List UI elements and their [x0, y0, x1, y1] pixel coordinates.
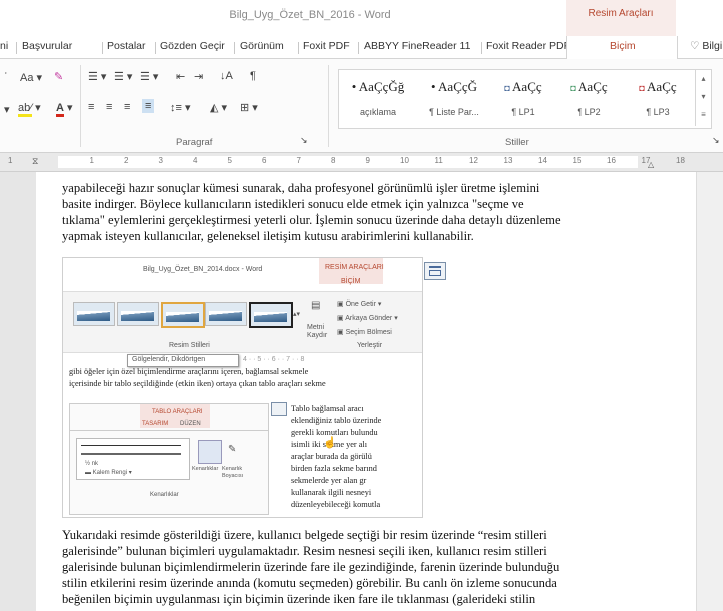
clear-format-icon[interactable]: ✎ — [54, 70, 63, 83]
embedded-tab: BİÇİM — [341, 278, 361, 285]
layout-options-icon — [271, 402, 287, 416]
ruler-number: 1 — [8, 156, 13, 165]
picture-style-1 — [73, 302, 115, 326]
picture-style-2 — [117, 302, 159, 326]
picture-style-4 — [205, 302, 247, 326]
embedded-selection-pane: ▣ Seçim Bölmesi — [337, 329, 392, 336]
tab-review[interactable]: Gözden Geçir — [160, 40, 225, 52]
styles-scroll[interactable]: ▴ ▾ ≡ — [695, 70, 711, 126]
change-case-button[interactable]: Aa ▾ — [20, 71, 42, 84]
font-color-icon[interactable]: A ▾ — [56, 101, 73, 117]
highlight-icon[interactable]: ab⁄ ▾ — [18, 101, 41, 117]
ruler-number: 12 — [469, 156, 478, 165]
increase-indent-icon[interactable]: ⇥ — [194, 70, 203, 83]
embedded-send-backward: ▣ Arkaya Gönder ▾ — [337, 315, 398, 322]
tab-format[interactable]: Biçim — [566, 36, 678, 59]
paragraph-group-label: Paragraf — [176, 137, 213, 148]
lightbulb-icon: ♡ — [690, 40, 700, 52]
tab-foxit-pdf[interactable]: Foxit PDF — [303, 40, 350, 52]
embedded-table-tools-shot: TABLO ARAÇLARI TASARIM DÜZEN ½ nk ▬ Kale… — [69, 403, 269, 515]
style-aciklama[interactable]: • AaÇçĞğ açıklama — [339, 70, 417, 126]
embedded-context-label: RESİM ARAÇLARI — [325, 264, 384, 271]
bullets-icon[interactable]: ☰ ▾ — [88, 70, 106, 83]
numbering-icon[interactable]: ☰ ▾ — [114, 70, 132, 83]
ribbon: ʾ Aa ▾ ✎ ▾ ab⁄ ▾ A ▾ ☰ ▾ ☰ ▾ ☰ ▾ ⇤ ⇥ ↓A … — [0, 59, 723, 153]
embedded-styles-label: Resim Stilleri — [169, 342, 210, 349]
mouse-cursor-icon: ☝ — [323, 437, 337, 449]
picture-tools-label: Resim Araçları — [588, 8, 654, 19]
tab-references[interactable]: Başvurular — [22, 40, 72, 52]
multilevel-list-icon[interactable]: ☰ ▾ — [140, 70, 158, 83]
ruler-number: 3 — [158, 156, 163, 165]
borders-icon[interactable]: ⊞ ▾ — [240, 101, 258, 114]
style-list-paragraph[interactable]: • AaÇçĞ ¶ Liste Par... — [417, 70, 491, 126]
window-title: Bilg_Uyg_Özet_BN_2016 - Word — [229, 9, 391, 21]
decrease-indent-icon[interactable]: ⇤ — [176, 70, 185, 83]
styles-group-label: Stiller — [505, 137, 529, 148]
picture-style-5 — [249, 302, 293, 328]
ruler-number: 1 — [89, 156, 94, 165]
tab-view[interactable]: Görünüm — [240, 40, 284, 52]
shading-icon[interactable]: ◭ ▾ — [210, 101, 227, 114]
line-spacing-icon[interactable]: ↕≡ ▾ — [170, 101, 191, 114]
tab-foxit-reader[interactable]: Foxit Reader PDF — [486, 40, 570, 52]
ruler-number: 18 — [676, 156, 685, 165]
ruler-number: 9 — [365, 156, 370, 165]
show-formatting-button[interactable]: ¶ — [250, 70, 256, 82]
align-left-icon[interactable]: ≡ — [88, 101, 94, 113]
ruler-numbers: 1 1 2 3 4 5 6 7 8 9 10 11 12 13 14 15 16 17 18 — [0, 153, 723, 171]
ruler-number: 5 — [227, 156, 232, 165]
ruler-number: 7 — [296, 156, 301, 165]
styles-gallery: • AaÇçĞğ açıklama • AaÇçĞ ¶ Liste Par...… — [338, 69, 712, 129]
ruler-number: 2 — [124, 156, 129, 165]
embedded-gallery-scroll: ▴▾ — [293, 311, 301, 318]
tab-format-label: Biçim — [610, 40, 636, 52]
vertical-scrollbar[interactable] — [696, 172, 723, 611]
tab-references-partial[interactable]: ni — [0, 40, 8, 52]
align-center-icon[interactable]: ≡ — [106, 101, 112, 113]
embedded-ruler-numbers: 4 · · 5 · · 6 · · 7 · · 8 — [243, 356, 305, 363]
wrap-text-icon: ▤ — [311, 300, 321, 311]
ruler-number: 8 — [331, 156, 336, 165]
embedded-line-1: gibi öğeler için özel biçimlendirme araç… — [69, 367, 309, 376]
sort-az-icon[interactable]: ↓A — [220, 70, 233, 82]
ruler-number: 13 — [503, 156, 513, 165]
highlight-dropdown[interactable]: ▾ — [4, 103, 10, 116]
ruler-number: 17 — [641, 156, 651, 165]
paragraph-2: Yukarıdaki resimde gösterildiği üzere, k… — [62, 528, 560, 606]
ruler-number: 14 — [538, 156, 547, 165]
ruler-number: 16 — [607, 156, 616, 165]
paragraph-1: yapabileceği hazır sonuçlar kümesi sunar… — [62, 181, 561, 243]
embedded-title: Bilg_Uyg_Özet_BN_2014.docx - Word — [143, 266, 263, 273]
layout-options-button[interactable] — [424, 262, 446, 280]
embedded-line-2: içerisinde bir tablo seçildiğinde (etkin… — [69, 379, 326, 388]
ruler-number: 10 — [400, 156, 409, 165]
ruler-number: 6 — [262, 156, 267, 165]
font-grow-icon[interactable]: ʾ — [4, 71, 8, 83]
paragraph-dialog-launcher-icon[interactable]: ↘ — [300, 135, 308, 146]
picture-style-3 — [161, 302, 205, 328]
tab-mailings[interactable]: Postalar — [107, 40, 146, 52]
embedded-screenshot[interactable]: Bilg_Uyg_Özet_BN_2014.docx - Word RESİM … — [62, 257, 423, 518]
styles-dialog-launcher-icon[interactable]: ↘ — [712, 135, 720, 146]
tab-abbyy[interactable]: ABBYY FineReader 11 — [364, 40, 470, 52]
ruler-number: 4 — [193, 156, 198, 165]
style-lp1[interactable]: ◘ AaÇç ¶ LP1 — [491, 70, 555, 126]
embedded-arrange-label: Yerleştir — [357, 342, 383, 349]
align-right-icon[interactable]: ≡ — [124, 101, 130, 113]
tell-me-box[interactable]: ♡ Bilgi — [690, 40, 722, 52]
embedded-wrap-text: Metni Kaydır — [307, 324, 328, 339]
justify-icon[interactable]: ≡ — [142, 99, 155, 113]
ruler-number: 15 — [572, 156, 582, 165]
ruler-number: 11 — [434, 156, 443, 165]
embedded-bring-forward: ▣ Öne Getir ▾ — [337, 301, 382, 308]
style-lp3[interactable]: ◘ AaÇç ¶ LP3 — [623, 70, 693, 126]
style-lp2[interactable]: ◘ AaÇç ¶ LP2 — [555, 70, 623, 126]
